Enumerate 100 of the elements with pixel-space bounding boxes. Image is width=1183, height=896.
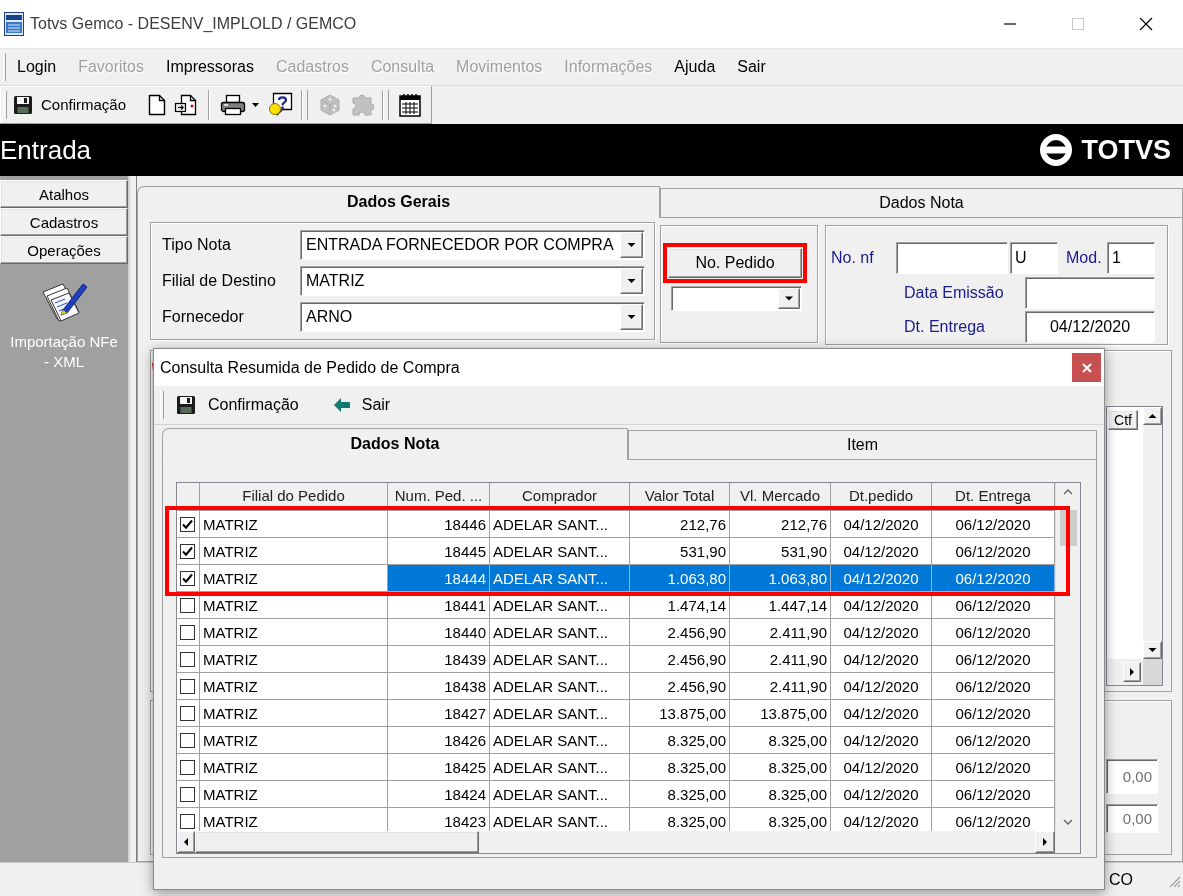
table-row[interactable]: MATRIZ 18424 ADELAR SANT... 8.325,00 8.325,00 04/12/2020 06/12/2020 — [177, 781, 1055, 808]
menu-item[interactable]: Impressoras — [154, 52, 265, 82]
tab[interactable]: Item — [628, 430, 1097, 460]
date-field[interactable]: 04/12/2020 — [1025, 311, 1155, 343]
order-number-button[interactable]: No. Pedido — [668, 248, 802, 278]
save-icon — [176, 395, 196, 415]
logo-text: TOTVS — [1081, 134, 1171, 166]
field-label: Dt. Entrega — [904, 318, 986, 336]
checkbox[interactable] — [180, 516, 195, 532]
input-field[interactable]: 1 — [1107, 242, 1155, 274]
field-label: Tipo Nota — [162, 236, 232, 254]
circle-logo-icon — [1039, 133, 1074, 167]
save-icon — [13, 94, 33, 115]
table-row[interactable]: MATRIZ 18445 ADELAR SANT... 531,90 531,90 04/12/2020 06/12/2020 — [177, 538, 1055, 565]
checkbox[interactable] — [180, 624, 195, 640]
table-row[interactable]: MATRIZ 18446 ADELAR SANT... 212,76 212,76 04/12/2020 06/12/2020 — [177, 511, 1055, 538]
checkbox[interactable] — [180, 597, 195, 613]
table-row[interactable]: MATRIZ 18440 ADELAR SANT... 2.456,90 2.411,90 04/12/2020 06/12/2020 — [177, 619, 1055, 646]
status-text: CO — [1109, 870, 1133, 889]
dropdown-arrow-icon[interactable] — [620, 304, 643, 330]
checkbox[interactable] — [180, 705, 195, 721]
help-icon[interactable] — [267, 91, 294, 118]
confirm-button[interactable]: Confirmação — [172, 390, 303, 420]
table-row[interactable]: MATRIZ 18438 ADELAR SANT... 2.456,90 2.411,90 04/12/2020 06/12/2020 — [177, 673, 1055, 700]
table-row[interactable]: MATRIZ 18427 ADELAR SANT... 13.875,00 13.875,00 04/12/2020 06/12/2020 — [177, 700, 1055, 727]
dropdown-arrow-icon[interactable] — [778, 288, 800, 309]
menu-grip[interactable] — [3, 53, 6, 81]
close-icon — [1081, 362, 1092, 373]
chevron-down-icon[interactable] — [1063, 819, 1073, 825]
tab[interactable]: Dados Nota — [162, 428, 628, 460]
checkbox[interactable] — [180, 543, 195, 559]
caret-icon[interactable] — [252, 102, 260, 107]
exit-button[interactable]: Sair — [329, 390, 395, 420]
close-button[interactable] — [1072, 353, 1101, 382]
dropdown-field[interactable]: MATRIZ — [300, 266, 645, 296]
checkbox[interactable] — [180, 570, 195, 586]
checkbox[interactable] — [180, 813, 195, 829]
dropdown-field[interactable]: ARNO — [300, 302, 645, 332]
tab[interactable]: Dados Gerais — [137, 186, 660, 218]
arrow-up-icon[interactable] — [1143, 407, 1162, 425]
horizontal-scrollbar[interactable] — [177, 831, 1055, 853]
sidebar-button[interactable]: Cadastros — [0, 208, 128, 236]
close-icon[interactable] — [1139, 17, 1153, 31]
table-row[interactable]: MATRIZ 18444 ADELAR SANT... 1.063,80 1.063,80 04/12/2020 06/12/2020 — [177, 565, 1055, 592]
arrow-left-icon — [333, 398, 350, 412]
dropdown-arrow-icon[interactable] — [620, 268, 643, 294]
calendar-icon[interactable] — [399, 92, 422, 117]
chevron-up-icon[interactable] — [1063, 489, 1073, 495]
document-arrow-icon[interactable] — [174, 93, 199, 116]
horizontal-scrollbar[interactable] — [1107, 659, 1143, 685]
table-row[interactable]: MATRIZ 18426 ADELAR SANT... 8.325,00 8.325,00 04/12/2020 06/12/2020 — [177, 727, 1055, 754]
confirm-button[interactable]: Confirmação — [9, 89, 131, 120]
field-label: Fornecedor — [162, 308, 245, 326]
vertical-scrollbar[interactable] — [1143, 407, 1162, 659]
amount-field: 0,00 — [1106, 804, 1158, 833]
menu-item[interactable]: Login — [6, 52, 68, 82]
field-label: Data Emissão — [904, 284, 1005, 302]
sidebar-button[interactable]: Operações — [0, 236, 128, 264]
scrollbar-thumb[interactable] — [195, 831, 479, 853]
arrow-down-icon[interactable] — [1143, 641, 1162, 659]
window-title: Totvs Gemco - DESENV_IMPLOLD / GEMCO — [30, 15, 357, 33]
table-row[interactable]: MATRIZ 18425 ADELAR SANT... 8.325,00 8.325,00 04/12/2020 06/12/2020 — [177, 754, 1055, 781]
field-label: No. nf — [831, 249, 875, 267]
arrow-right-icon[interactable] — [1123, 662, 1141, 682]
checkbox[interactable] — [180, 786, 195, 802]
toolbar-grip[interactable] — [301, 89, 309, 120]
app-icon — [4, 12, 24, 36]
printer-icon[interactable] — [220, 93, 247, 116]
arrow-left-icon[interactable] — [177, 831, 195, 853]
document-icon[interactable] — [148, 93, 167, 116]
field-label: Filial de Destino — [162, 272, 277, 290]
arrow-right-icon[interactable] — [1035, 831, 1055, 853]
checkbox[interactable] — [180, 651, 195, 667]
column-header: Ctf — [1108, 410, 1138, 430]
vertical-scrollbar[interactable] — [1055, 483, 1080, 831]
splitter[interactable] — [128, 176, 137, 862]
table-row[interactable]: MATRIZ 18423 ADELAR SANT... 8.325,00 8.325,00 04/12/2020 06/12/2020 — [177, 808, 1055, 831]
sidebar-button[interactable]: Atalhos — [0, 180, 128, 208]
input-field[interactable] — [896, 242, 1008, 274]
toolbar-grip[interactable] — [382, 89, 390, 120]
dropdown-field[interactable]: ENTRADA FORNECEDOR POR COMPRA — [300, 230, 645, 260]
checkbox[interactable] — [180, 678, 195, 694]
dialog-title: Consulta Resumida de Pedido de Compra — [160, 358, 460, 377]
toolbar-grip[interactable] — [160, 391, 164, 419]
scrollbar-corner — [1055, 831, 1080, 853]
menu-item[interactable]: Ajuda — [663, 52, 727, 82]
page-title: Entrada — [0, 134, 92, 166]
input-field[interactable] — [1025, 277, 1155, 309]
toolbar-grip[interactable] — [4, 90, 7, 119]
input-field[interactable]: U — [1010, 242, 1058, 274]
amount-field: 0,00 — [1106, 759, 1158, 794]
table-cell: MATRIZ — [200, 565, 388, 592]
checkbox[interactable] — [180, 759, 195, 775]
scrollbar-corner — [1143, 659, 1162, 685]
dropdown-arrow-icon[interactable] — [620, 232, 643, 258]
dropdown-field[interactable] — [671, 286, 802, 311]
table-row[interactable]: MATRIZ 18439 ADELAR SANT... 2.456,90 2.411,90 04/12/2020 06/12/2020 — [177, 646, 1055, 673]
checkbox[interactable] — [180, 732, 195, 748]
tab[interactable]: Dados Nota — [660, 188, 1183, 218]
menu-item[interactable]: Sair — [726, 52, 777, 82]
